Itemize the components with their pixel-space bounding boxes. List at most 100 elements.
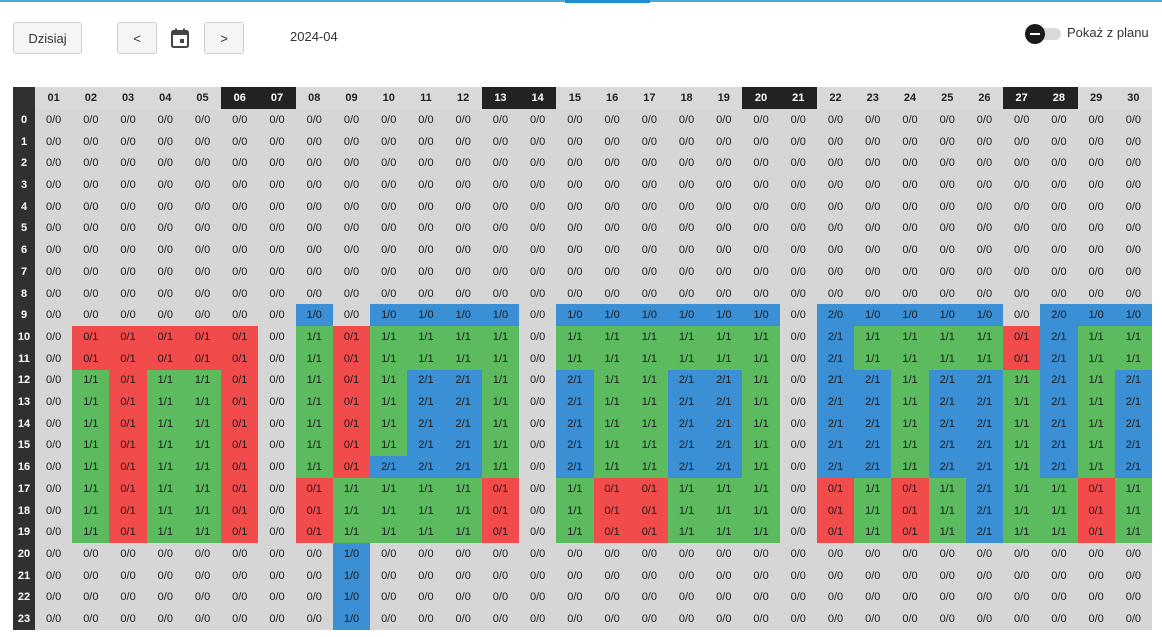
schedule-cell[interactable]: 0/0 <box>519 195 557 218</box>
show-from-plan-toggle[interactable] <box>1025 24 1063 44</box>
schedule-cell[interactable]: 0/0 <box>35 174 73 196</box>
schedule-cell[interactable]: 0/0 <box>965 543 1004 565</box>
schedule-cell[interactable]: 1/0 <box>332 586 371 609</box>
schedule-cell[interactable]: 0/0 <box>332 260 371 283</box>
schedule-cell[interactable]: 0/0 <box>891 543 929 565</box>
schedule-cell[interactable]: 0/0 <box>779 369 817 392</box>
schedule-cell[interactable]: 0/0 <box>1003 304 1041 327</box>
schedule-cell[interactable]: 0/0 <box>258 174 296 196</box>
schedule-cell[interactable]: 2/1 <box>556 434 594 457</box>
schedule-cell[interactable]: 1/1 <box>928 326 966 348</box>
schedule-cell[interactable]: 0/0 <box>519 434 557 457</box>
schedule-cell[interactable]: 0/0 <box>35 239 73 261</box>
schedule-cell[interactable]: 0/0 <box>72 239 110 261</box>
schedule-cell[interactable]: 0/0 <box>705 152 743 175</box>
schedule-cell[interactable]: 0/0 <box>407 608 445 630</box>
schedule-cell[interactable]: 1/1 <box>630 434 668 457</box>
schedule-cell[interactable]: 0/0 <box>109 282 147 305</box>
schedule-cell[interactable]: 2/1 <box>667 412 706 435</box>
schedule-cell[interactable]: 0/0 <box>1114 543 1152 565</box>
schedule-cell[interactable]: 0/0 <box>556 564 594 587</box>
schedule-cell[interactable]: 0/0 <box>109 260 147 283</box>
schedule-cell[interactable]: 0/0 <box>481 239 520 261</box>
schedule-cell[interactable]: 1/1 <box>72 499 110 522</box>
schedule-cell[interactable]: 0/0 <box>221 217 259 240</box>
schedule-cell[interactable]: 0/0 <box>556 174 594 196</box>
schedule-cell[interactable]: 0/0 <box>891 130 929 153</box>
schedule-cell[interactable]: 1/1 <box>891 326 929 348</box>
schedule-cell[interactable]: 2/1 <box>854 369 892 392</box>
schedule-cell[interactable]: 1/1 <box>72 391 110 413</box>
schedule-cell[interactable]: 1/1 <box>370 369 408 392</box>
schedule-cell[interactable]: 0/0 <box>630 109 668 131</box>
schedule-cell[interactable]: 1/1 <box>332 521 371 544</box>
schedule-cell[interactable]: 1/1 <box>481 391 520 413</box>
schedule-cell[interactable]: 0/0 <box>146 130 184 153</box>
schedule-cell[interactable]: 0/0 <box>35 326 73 348</box>
schedule-cell[interactable]: 0/0 <box>816 109 855 131</box>
schedule-cell[interactable]: 2/1 <box>1040 369 1078 392</box>
schedule-cell[interactable]: 0/0 <box>332 174 371 196</box>
schedule-cell[interactable]: 2/1 <box>370 456 408 479</box>
schedule-cell[interactable]: 0/1 <box>109 347 147 370</box>
schedule-cell[interactable]: 1/1 <box>891 391 929 413</box>
schedule-cell[interactable]: 0/0 <box>705 195 743 218</box>
schedule-cell[interactable]: 1/1 <box>742 326 780 348</box>
schedule-cell[interactable]: 0/1 <box>593 499 631 522</box>
schedule-cell[interactable]: 1/1 <box>295 412 333 435</box>
schedule-cell[interactable]: 0/0 <box>891 564 929 587</box>
schedule-cell[interactable]: 0/1 <box>109 456 147 479</box>
next-month-button[interactable]: > <box>204 22 244 54</box>
schedule-cell[interactable]: 0/0 <box>816 217 855 240</box>
schedule-cell[interactable]: 0/0 <box>593 195 631 218</box>
schedule-cell[interactable]: 1/1 <box>1077 456 1115 479</box>
schedule-cell[interactable]: 0/0 <box>370 543 408 565</box>
schedule-cell[interactable]: 0/1 <box>109 521 147 544</box>
schedule-cell[interactable]: 0/0 <box>965 564 1004 587</box>
schedule-cell[interactable]: 2/1 <box>854 391 892 413</box>
schedule-cell[interactable]: 0/0 <box>667 543 706 565</box>
schedule-cell[interactable]: 0/0 <box>258 478 296 500</box>
schedule-cell[interactable]: 0/0 <box>183 239 222 261</box>
schedule-cell[interactable]: 0/0 <box>519 478 557 500</box>
schedule-cell[interactable]: 0/0 <box>370 195 408 218</box>
schedule-cell[interactable]: 0/0 <box>72 195 110 218</box>
schedule-cell[interactable]: 1/1 <box>630 391 668 413</box>
schedule-cell[interactable]: 0/0 <box>556 586 594 609</box>
schedule-cell[interactable]: 0/0 <box>779 391 817 413</box>
schedule-cell[interactable]: 0/1 <box>332 347 371 370</box>
schedule-cell[interactable]: 0/0 <box>1077 195 1115 218</box>
schedule-cell[interactable]: 0/0 <box>295 152 333 175</box>
schedule-cell[interactable]: 1/1 <box>370 347 408 370</box>
schedule-cell[interactable]: 0/0 <box>593 543 631 565</box>
schedule-cell[interactable]: 0/0 <box>519 347 557 370</box>
schedule-cell[interactable]: 0/0 <box>1003 586 1041 609</box>
schedule-cell[interactable]: 0/0 <box>258 304 296 327</box>
schedule-cell[interactable]: 2/1 <box>1040 456 1078 479</box>
schedule-cell[interactable]: 2/1 <box>556 391 594 413</box>
schedule-cell[interactable]: 0/0 <box>407 195 445 218</box>
schedule-cell[interactable]: 1/1 <box>1114 521 1152 544</box>
schedule-cell[interactable]: 2/1 <box>928 412 966 435</box>
schedule-cell[interactable]: 0/0 <box>109 152 147 175</box>
schedule-cell[interactable]: 0/0 <box>146 174 184 196</box>
schedule-cell[interactable]: 0/0 <box>705 543 743 565</box>
schedule-cell[interactable]: 0/0 <box>370 217 408 240</box>
schedule-cell[interactable]: 0/0 <box>407 130 445 153</box>
schedule-cell[interactable]: 1/1 <box>370 412 408 435</box>
schedule-cell[interactable]: 0/0 <box>928 195 966 218</box>
schedule-cell[interactable]: 0/0 <box>928 282 966 305</box>
schedule-cell[interactable]: 0/0 <box>370 586 408 609</box>
schedule-cell[interactable]: 0/1 <box>816 521 855 544</box>
schedule-cell[interactable]: 0/0 <box>183 608 222 630</box>
schedule-cell[interactable]: 0/0 <box>35 282 73 305</box>
schedule-cell[interactable]: 2/1 <box>556 412 594 435</box>
schedule-cell[interactable]: 1/1 <box>146 521 184 544</box>
schedule-cell[interactable]: 1/1 <box>183 521 222 544</box>
schedule-cell[interactable]: 0/0 <box>854 608 892 630</box>
schedule-cell[interactable]: 0/0 <box>1077 543 1115 565</box>
schedule-cell[interactable]: 2/1 <box>556 369 594 392</box>
schedule-cell[interactable]: 0/0 <box>593 109 631 131</box>
schedule-cell[interactable]: 0/1 <box>332 326 371 348</box>
schedule-cell[interactable]: 2/1 <box>407 391 445 413</box>
